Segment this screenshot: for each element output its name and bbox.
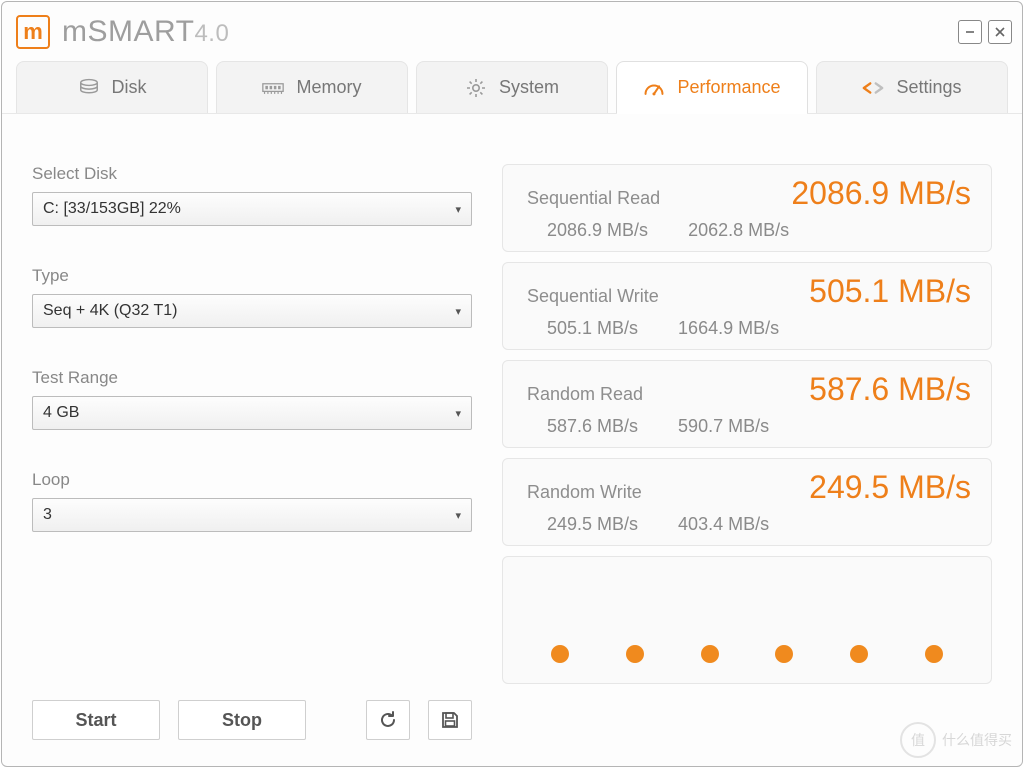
result-sub-value: 249.5 MB/s [547,514,638,535]
progress-dot [701,645,719,663]
progress-dot [775,645,793,663]
loop-value: 3 [43,506,52,524]
save-button[interactable] [428,700,472,740]
action-row: Start Stop [32,700,472,740]
chevron-down-icon: ▾ [455,203,461,216]
settings-icon [862,77,884,99]
select-disk-label: Select Disk [32,164,472,184]
tab-system[interactable]: System [416,61,608,113]
tab-label: Memory [296,77,361,98]
refresh-icon [378,710,398,730]
app-logo-icon: m [16,15,50,49]
result-label: Random Write [527,482,642,503]
save-icon [441,711,459,729]
tab-label: System [499,77,559,98]
watermark: 值 什么值得买 [900,722,1012,758]
config-panel: Select Disk C: [33/153GB] 22% ▾ Type Seq… [32,164,472,740]
gauge-icon [643,77,665,99]
tab-label: Settings [896,77,961,98]
test-range-dropdown[interactable]: 4 GB ▾ [32,396,472,430]
result-random-read: Random Read 587.6 MB/s 587.6 MB/s 590.7 … [502,360,992,448]
select-disk-dropdown[interactable]: C: [33/153GB] 22% ▾ [32,192,472,226]
main-content: Select Disk C: [33/153GB] 22% ▾ Type Seq… [2,114,1022,766]
result-sub-value: 505.1 MB/s [547,318,638,339]
progress-dot [551,645,569,663]
result-sub-value: 2062.8 MB/s [688,220,789,241]
loop-dropdown[interactable]: 3 ▾ [32,498,472,532]
type-value: Seq + 4K (Q32 T1) [43,302,177,320]
disk-icon [78,77,100,99]
watermark-badge-icon: 值 [900,722,936,758]
tab-settings[interactable]: Settings [816,61,1008,113]
result-sub-value: 403.4 MB/s [678,514,769,535]
progress-dot [626,645,644,663]
tab-disk[interactable]: Disk [16,61,208,113]
window-controls [958,20,1012,44]
app-title: mSMART4.0 [62,15,229,49]
progress-dot [850,645,868,663]
tab-performance[interactable]: Performance [616,61,808,113]
minimize-button[interactable] [958,20,982,44]
result-label: Sequential Write [527,286,659,307]
stop-button[interactable]: Stop [178,700,306,740]
title-bar: m mSMART4.0 [2,2,1022,58]
tab-label: Performance [677,77,780,98]
chevron-down-icon: ▾ [455,509,461,522]
memory-icon [262,77,284,99]
chevron-down-icon: ▾ [455,305,461,318]
select-disk-value: C: [33/153GB] 22% [43,200,181,218]
tab-memory[interactable]: Memory [216,61,408,113]
result-sub-value: 590.7 MB/s [678,416,769,437]
result-main-value: 249.5 MB/s [809,469,971,506]
result-main-value: 505.1 MB/s [809,273,971,310]
results-panel: Sequential Read 2086.9 MB/s 2086.9 MB/s … [502,164,992,740]
result-random-write: Random Write 249.5 MB/s 249.5 MB/s 403.4… [502,458,992,546]
refresh-button[interactable] [366,700,410,740]
result-main-value: 2086.9 MB/s [791,175,971,212]
result-sequential-write: Sequential Write 505.1 MB/s 505.1 MB/s 1… [502,262,992,350]
result-sub-value: 1664.9 MB/s [678,318,779,339]
start-button[interactable]: Start [32,700,160,740]
loop-label: Loop [32,470,472,490]
progress-dot [925,645,943,663]
chevron-down-icon: ▾ [455,407,461,420]
progress-indicator [502,556,992,684]
close-button[interactable] [988,20,1012,44]
result-main-value: 587.6 MB/s [809,371,971,408]
result-sub-value: 2086.9 MB/s [547,220,648,241]
app-window: m mSMART4.0 Disk Memory [1,1,1023,767]
test-range-value: 4 GB [43,404,79,422]
type-dropdown[interactable]: Seq + 4K (Q32 T1) ▾ [32,294,472,328]
watermark-text: 什么值得买 [942,730,1012,750]
result-sub-value: 587.6 MB/s [547,416,638,437]
gear-icon [465,77,487,99]
result-label: Sequential Read [527,188,660,209]
tab-label: Disk [112,77,147,98]
result-sequential-read: Sequential Read 2086.9 MB/s 2086.9 MB/s … [502,164,992,252]
tab-bar: Disk Memory System Performance Settings [2,58,1022,114]
type-label: Type [32,266,472,286]
result-label: Random Read [527,384,643,405]
test-range-label: Test Range [32,368,472,388]
